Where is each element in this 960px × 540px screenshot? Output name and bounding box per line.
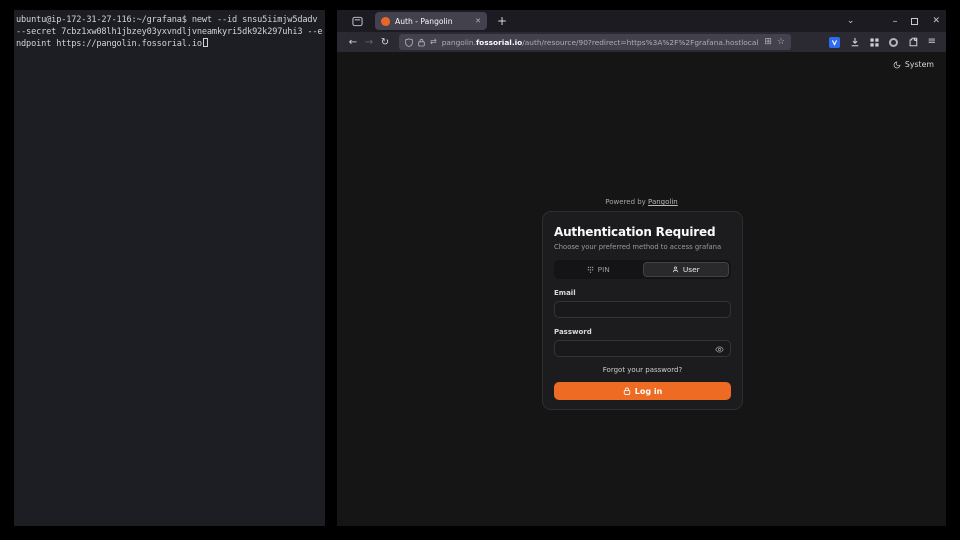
tab-pin[interactable]: PIN	[556, 262, 641, 277]
auth-method-tabs: PIN User	[554, 260, 731, 279]
tab-auth-pangolin[interactable]: Auth - Pangolin ✕	[375, 12, 487, 30]
tab-user-label: User	[683, 265, 700, 274]
tab-bar: Auth - Pangolin ✕ + ⌄ – ✕	[337, 10, 946, 32]
bookmark-star-icon[interactable]: ☆	[777, 38, 785, 47]
lock-icon	[623, 387, 631, 395]
user-icon	[672, 266, 679, 273]
email-label: Email	[554, 289, 731, 297]
password-label: Password	[554, 328, 731, 336]
moon-icon	[893, 61, 901, 69]
url-bar[interactable]: ⇄ pangolin.fossorial.io/auth/resource/90…	[399, 34, 791, 50]
login-button[interactable]: Log in	[554, 382, 731, 400]
tab-pin-label: PIN	[598, 265, 610, 274]
containers-grid-icon[interactable]: ⊞	[764, 38, 772, 47]
close-window-button[interactable]: ✕	[932, 16, 940, 26]
email-field[interactable]	[554, 301, 731, 318]
apps-grid-icon[interactable]	[870, 38, 879, 47]
card-subtitle: Choose your preferred method to access g…	[554, 243, 731, 251]
theme-toggle-label: System	[905, 60, 934, 69]
forward-button[interactable]: →	[361, 37, 377, 48]
pangolin-link[interactable]: Pangolin	[648, 198, 678, 206]
powered-by: Powered by Pangolin	[337, 198, 946, 206]
lock-icon[interactable]	[418, 38, 425, 47]
menu-hamburger-icon[interactable]: ≡	[928, 37, 936, 47]
terminal-line: ubuntu@ip-172-31-27-116:~/grafana$ newt …	[16, 14, 323, 26]
show-password-eye-icon[interactable]	[715, 345, 724, 354]
reload-button[interactable]: ↻	[377, 37, 393, 48]
tab-user[interactable]: User	[643, 262, 730, 277]
terminal-line: ndpoint https://pangolin.fossorial.io	[16, 38, 323, 50]
browser-window: Auth - Pangolin ✕ + ⌄ – ✕ ← → ↻ ⇄ pangol…	[337, 10, 946, 526]
card-title: Authentication Required	[554, 225, 731, 239]
permissions-icon[interactable]: ⇄	[430, 38, 437, 46]
terminal-cursor	[203, 38, 208, 47]
minimize-button[interactable]: –	[892, 16, 897, 27]
page-content: System Powered by Pangolin Authenticatio…	[337, 52, 946, 526]
login-button-label: Log in	[635, 387, 663, 396]
extensions-puzzle-icon[interactable]	[908, 37, 918, 47]
terminal-window[interactable]: ubuntu@ip-172-31-27-116:~/grafana$ newt …	[14, 10, 325, 526]
circle-extension-icon[interactable]	[889, 38, 898, 47]
tab-close-icon[interactable]: ✕	[475, 17, 481, 25]
password-manager-extension-icon[interactable]	[829, 37, 840, 48]
keypad-icon	[587, 266, 594, 273]
firefox-view-icon[interactable]	[349, 13, 365, 29]
forgot-password-link[interactable]: Forgot your password?	[554, 366, 731, 374]
password-field[interactable]	[554, 340, 731, 357]
tab-title: Auth - Pangolin	[395, 17, 470, 26]
maximize-button[interactable]	[911, 18, 918, 25]
theme-toggle[interactable]: System	[893, 60, 934, 69]
url-text: pangolin.fossorial.io/auth/resource/90?r…	[442, 38, 760, 47]
downloads-icon[interactable]	[850, 37, 860, 47]
terminal-line: --secret 7cbz1xw08lh1jbzey03yxvndljvneam…	[16, 26, 323, 38]
new-tab-button[interactable]: +	[497, 15, 507, 27]
auth-card: Authentication Required Choose your pref…	[542, 211, 743, 410]
browser-toolbar: ← → ↻ ⇄ pangolin.fossorial.io/auth/resou…	[337, 32, 946, 52]
tracking-protection-shield-icon[interactable]	[405, 38, 413, 47]
back-button[interactable]: ←	[345, 37, 361, 48]
pangolin-favicon-icon	[381, 17, 390, 26]
list-all-tabs-icon[interactable]: ⌄	[847, 16, 855, 26]
